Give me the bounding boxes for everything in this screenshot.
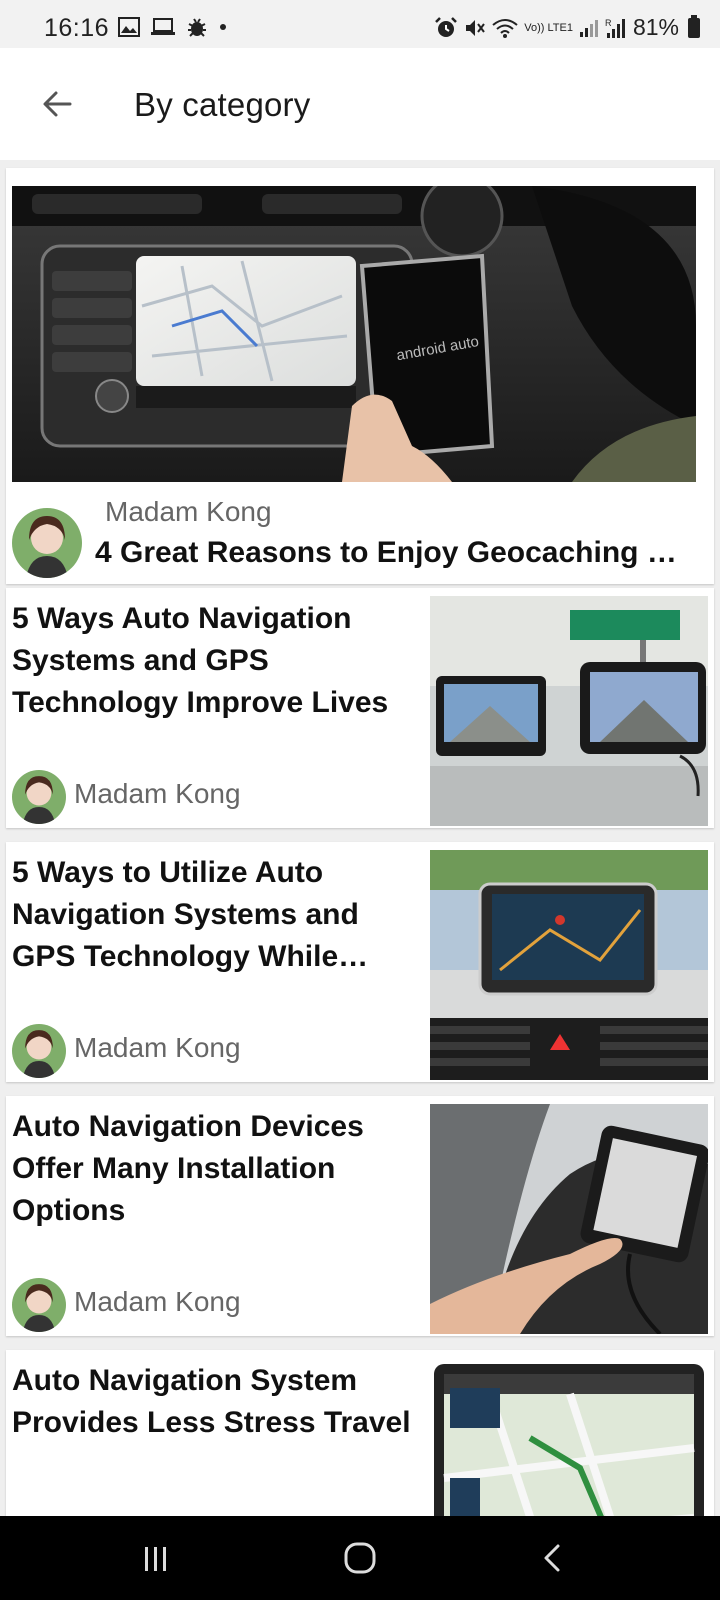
author-avatar [12,1278,66,1332]
article-card[interactable]: 5 Ways to Utilize Auto Navigation System… [6,842,714,1082]
article-thumbnail [430,596,708,826]
home-icon[interactable] [340,1538,380,1578]
bug-icon [188,18,206,37]
back-arrow-icon[interactable] [40,88,76,120]
article-title[interactable]: 4 Great Reasons to Enjoy Geocaching wi… [95,536,695,570]
alarm-icon [435,16,458,37]
article-title[interactable]: 5 Ways Auto Navigation Systems and GPS T… [12,598,412,724]
article-title[interactable]: Auto Navigation Devices Offer Many Insta… [12,1106,412,1232]
author-avatar [12,508,82,578]
author-name[interactable]: Madam Kong [74,1286,241,1318]
article-card[interactable]: Auto Navigation System Provides Less Str… [6,1350,714,1516]
article-card[interactable]: Auto Navigation Devices Offer Many Insta… [6,1096,714,1336]
system-nav-bar [0,1516,720,1600]
author-name[interactable]: Madam Kong [74,1032,241,1064]
article-title[interactable]: Auto Navigation System Provides Less Str… [12,1360,412,1444]
author-avatar [12,1024,66,1078]
page-title: By category [134,86,311,123]
wifi-icon [492,18,518,38]
article-thumbnail [430,850,708,1080]
laptop-icon [151,18,175,35]
featured-article-image: android auto [12,186,696,482]
article-thumbnail [430,1358,708,1516]
status-bar: 16:16 Vo)) LTE1 R 81% [0,0,720,48]
battery-percent: 81% [632,14,679,40]
gallery-icon [118,17,140,37]
article-thumbnail [430,1104,708,1334]
app-header: By category [0,48,720,160]
author-name[interactable]: Madam Kong [105,496,272,528]
volte-icon: Vo)) LTE1 [524,21,573,34]
dot-icon [220,24,226,30]
recents-icon[interactable] [136,1538,176,1578]
article-title[interactable]: 5 Ways to Utilize Auto Navigation System… [12,852,412,978]
signal-icon [579,19,598,37]
svg-text:R: R [605,18,612,28]
back-icon[interactable] [534,1538,574,1578]
author-name[interactable]: Madam Kong [74,778,241,810]
article-card[interactable]: 5 Ways Auto Navigation Systems and GPS T… [6,588,714,828]
signal-roaming-icon: R [605,18,625,38]
featured-article-card[interactable]: android auto Madam Kong 4 Great Reasons … [6,168,714,584]
battery-icon [688,14,700,38]
mute-icon [466,19,486,36]
status-time: 16:16 [44,14,110,42]
author-avatar [12,770,66,824]
